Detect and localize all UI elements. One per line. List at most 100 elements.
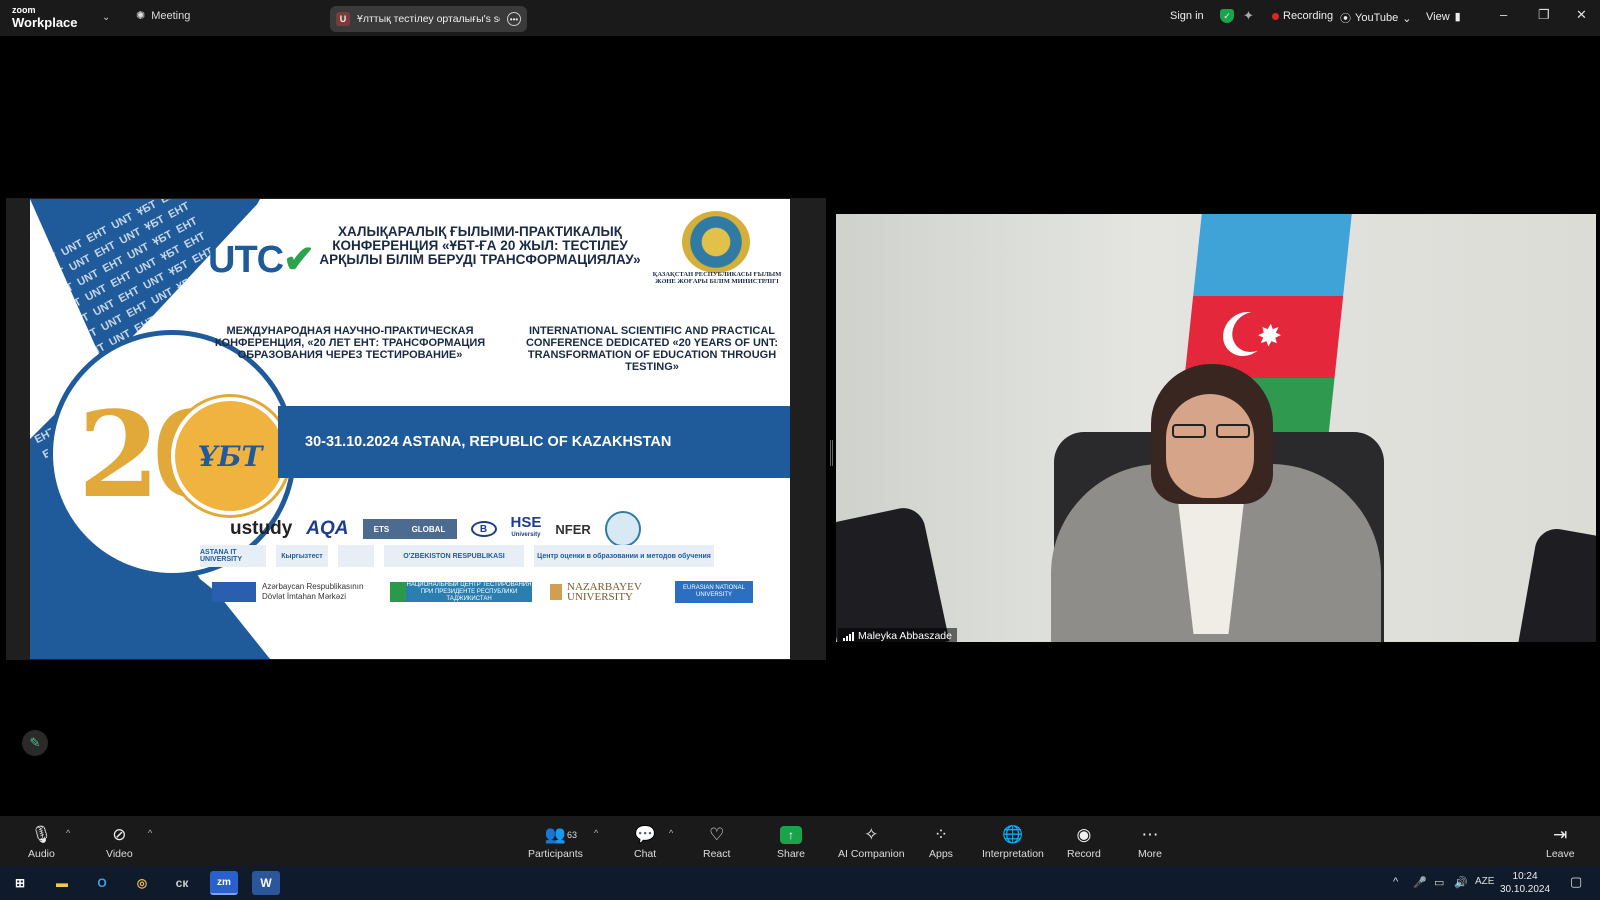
leave-label: Leave <box>1546 848 1575 860</box>
partner-logos-row-1: ustudy AQA ETS GLOBAL B HSE University NFE… <box>230 511 641 547</box>
hse-logo: HSE University <box>511 515 542 541</box>
ustudy-logo: ustudy <box>230 518 293 539</box>
meeting-icon: ✺ <box>136 10 146 22</box>
audio-options-caret-icon[interactable]: ^ <box>66 828 70 838</box>
speaker-face <box>1166 394 1254 498</box>
flag-blue-stripe <box>1193 214 1352 296</box>
partner-logos-row-3: Azərbaycan Respublikasının Dövlət İmtaha… <box>212 581 753 603</box>
participant-name: Maleyka Abbaszade <box>858 630 952 642</box>
apps-label: Apps <box>929 848 953 860</box>
volume-icon[interactable]: 🔊 <box>1454 876 1468 889</box>
audio-label: Audio <box>28 848 55 860</box>
zoom-taskbar-icon[interactable]: zm <box>210 871 238 895</box>
zoom-workplace-logo[interactable]: zoom Workplace <box>12 6 78 30</box>
astana-it-logo: ASTANA IT UNIVERSITY <box>200 545 266 567</box>
sign-in-link[interactable]: Sign in <box>1170 10 1204 22</box>
recording-indicator[interactable]: Recording <box>1272 10 1333 22</box>
outlook-icon[interactable]: O <box>88 871 116 895</box>
video-options-caret-icon[interactable]: ^ <box>148 828 152 838</box>
interpretation-label: Interpretation <box>982 848 1044 860</box>
microphone-tray-icon[interactable]: 🎤 <box>1413 876 1427 889</box>
hse-subtitle: University <box>511 532 541 538</box>
ets-logo-text: ETS <box>373 524 390 534</box>
network-icon[interactable]: ▭ <box>1434 876 1444 889</box>
tray-expand-icon[interactable]: ^ <box>1393 876 1398 888</box>
kazakhstan-emblem-icon <box>682 211 750 273</box>
chat-bubble-icon: 💬 <box>634 825 656 844</box>
chat-options-caret-icon[interactable]: ^ <box>669 828 673 838</box>
youtube-live-button[interactable]: ⦿ YouTube ⌄ <box>1340 10 1411 26</box>
video-button[interactable]: ⊘ Video <box>106 824 133 860</box>
record-label: Record <box>1067 848 1101 860</box>
youtube-label: YouTube <box>1355 12 1399 24</box>
star-icon: ✸ <box>1255 320 1284 353</box>
minimize-button[interactable]: – <box>1500 7 1507 22</box>
nfer-logo: NFER <box>555 521 591 537</box>
ai-sparkle-icon[interactable]: ✦ <box>1243 8 1254 24</box>
word-icon[interactable]: W <box>252 871 280 895</box>
close-button[interactable]: ✕ <box>1576 7 1587 23</box>
restore-button[interactable]: ❐ <box>1538 7 1550 23</box>
tajik-testing-center-logo: НАЦИОНАЛЬНЫЙ ЦЕНТР ТЕСТИРОВАНИЯ ПРИ ПРЕЗ… <box>390 582 532 602</box>
camera-off-icon: ⊘ <box>112 825 127 844</box>
recording-label: Recording <box>1283 10 1334 22</box>
utc-logo-text: UTC <box>208 239 284 281</box>
view-button[interactable]: View ▮ <box>1426 10 1461 24</box>
react-label: React <box>703 848 731 860</box>
notifications-icon[interactable]: ▢ <box>1570 874 1582 890</box>
aqa-logo: AQA <box>306 518 349 539</box>
split-view-handle[interactable] <box>830 440 833 466</box>
chevron-down-icon[interactable]: ⌄ <box>102 12 110 23</box>
view-layout-icon: ▮ <box>1454 11 1461 23</box>
ets-global-logo: ETS GLOBAL <box>362 519 457 539</box>
record-button[interactable]: ◉ Record <box>1067 824 1101 860</box>
slide-title-ru: МЕЖДУНАРОДНАЯ НАУЧНО-ПРАКТИЧЕСКАЯ КОНФЕР… <box>214 325 486 361</box>
participant-name-tag: Maleyka Abbaszade <box>838 628 957 644</box>
react-button[interactable]: ♡ React <box>703 824 730 860</box>
apps-grid-icon: ⁘ <box>933 825 949 844</box>
heart-icon: ♡ <box>709 825 725 844</box>
chat-label: Chat <box>634 848 657 860</box>
meeting-label: Meeting <box>151 9 191 22</box>
ai-companion-button[interactable]: ✧ AI Companion <box>838 824 905 860</box>
apps-button[interactable]: ⁘ Apps <box>929 824 953 860</box>
ai-sparkle-icon: ✧ <box>864 825 879 844</box>
microphone-muted-icon: 🎙 <box>30 825 53 844</box>
screen-share-indicator[interactable]: U Ұлттық тестілеу орталығы's scr ••• <box>330 6 527 32</box>
security-shield-icon[interactable]: ✓ <box>1220 9 1234 23</box>
clock-time: 10:24 <box>1512 871 1538 882</box>
leave-button[interactable]: ⇥ Leave <box>1546 824 1575 860</box>
leave-door-icon: ⇥ <box>1553 825 1568 844</box>
more-button[interactable]: ⋯ More <box>1138 824 1162 860</box>
share-title: Ұлттық тестілеу орталығы's scr <box>357 13 500 25</box>
ai-companion-label: AI Companion <box>838 848 905 860</box>
chrome-icon[interactable]: ◎ <box>128 871 156 895</box>
interpretation-button[interactable]: 🌐 Interpretation <box>982 824 1044 860</box>
audio-button[interactable]: 🎙 Audio <box>28 824 55 860</box>
clock-date: 30.10.2024 <box>1500 884 1551 895</box>
ck-app-icon[interactable]: ск <box>168 871 196 895</box>
share-screen-icon: ↑ <box>780 824 803 846</box>
view-label: View <box>1426 10 1450 23</box>
chevron-down-icon: ⌄ <box>1402 12 1412 25</box>
b-logo: B <box>470 521 497 537</box>
az-flag-block <box>212 582 256 602</box>
signal-strength-icon <box>843 631 854 641</box>
participants-options-caret-icon[interactable]: ^ <box>594 828 598 838</box>
annotate-pencil-icon[interactable]: ✎ <box>22 730 48 756</box>
share-button[interactable]: ↑ Share <box>777 824 805 860</box>
system-clock[interactable]: 10:24 30.10.2024 <box>1500 870 1550 896</box>
more-options-icon[interactable]: ••• <box>507 12 521 26</box>
share-label: Share <box>777 848 806 860</box>
slide-title-en: INTERNATIONAL SCIENTIFIC AND PRACTICAL C… <box>525 325 779 373</box>
slide-title-kz: ХАЛЫҚАРАЛЫҚ ҒЫЛЫМИ-ПРАКТИКАЛЫҚ КОНФЕРЕНЦ… <box>319 224 641 267</box>
chat-button[interactable]: 💬 Chat <box>634 824 656 860</box>
start-windows-icon[interactable]: ⊞ <box>6 871 34 895</box>
more-label: More <box>1138 848 1162 860</box>
participant-video-tile[interactable]: ✸ <box>836 214 1596 642</box>
language-indicator[interactable]: AZE <box>1475 876 1494 887</box>
file-explorer-icon[interactable]: ▬ <box>48 871 76 895</box>
utc-logo: UTC✔ <box>208 237 315 282</box>
nazarbayev-text: NAZARBAYEV UNIVERSITY <box>567 581 642 603</box>
meeting-button[interactable]: ✺ Meeting <box>136 9 191 23</box>
